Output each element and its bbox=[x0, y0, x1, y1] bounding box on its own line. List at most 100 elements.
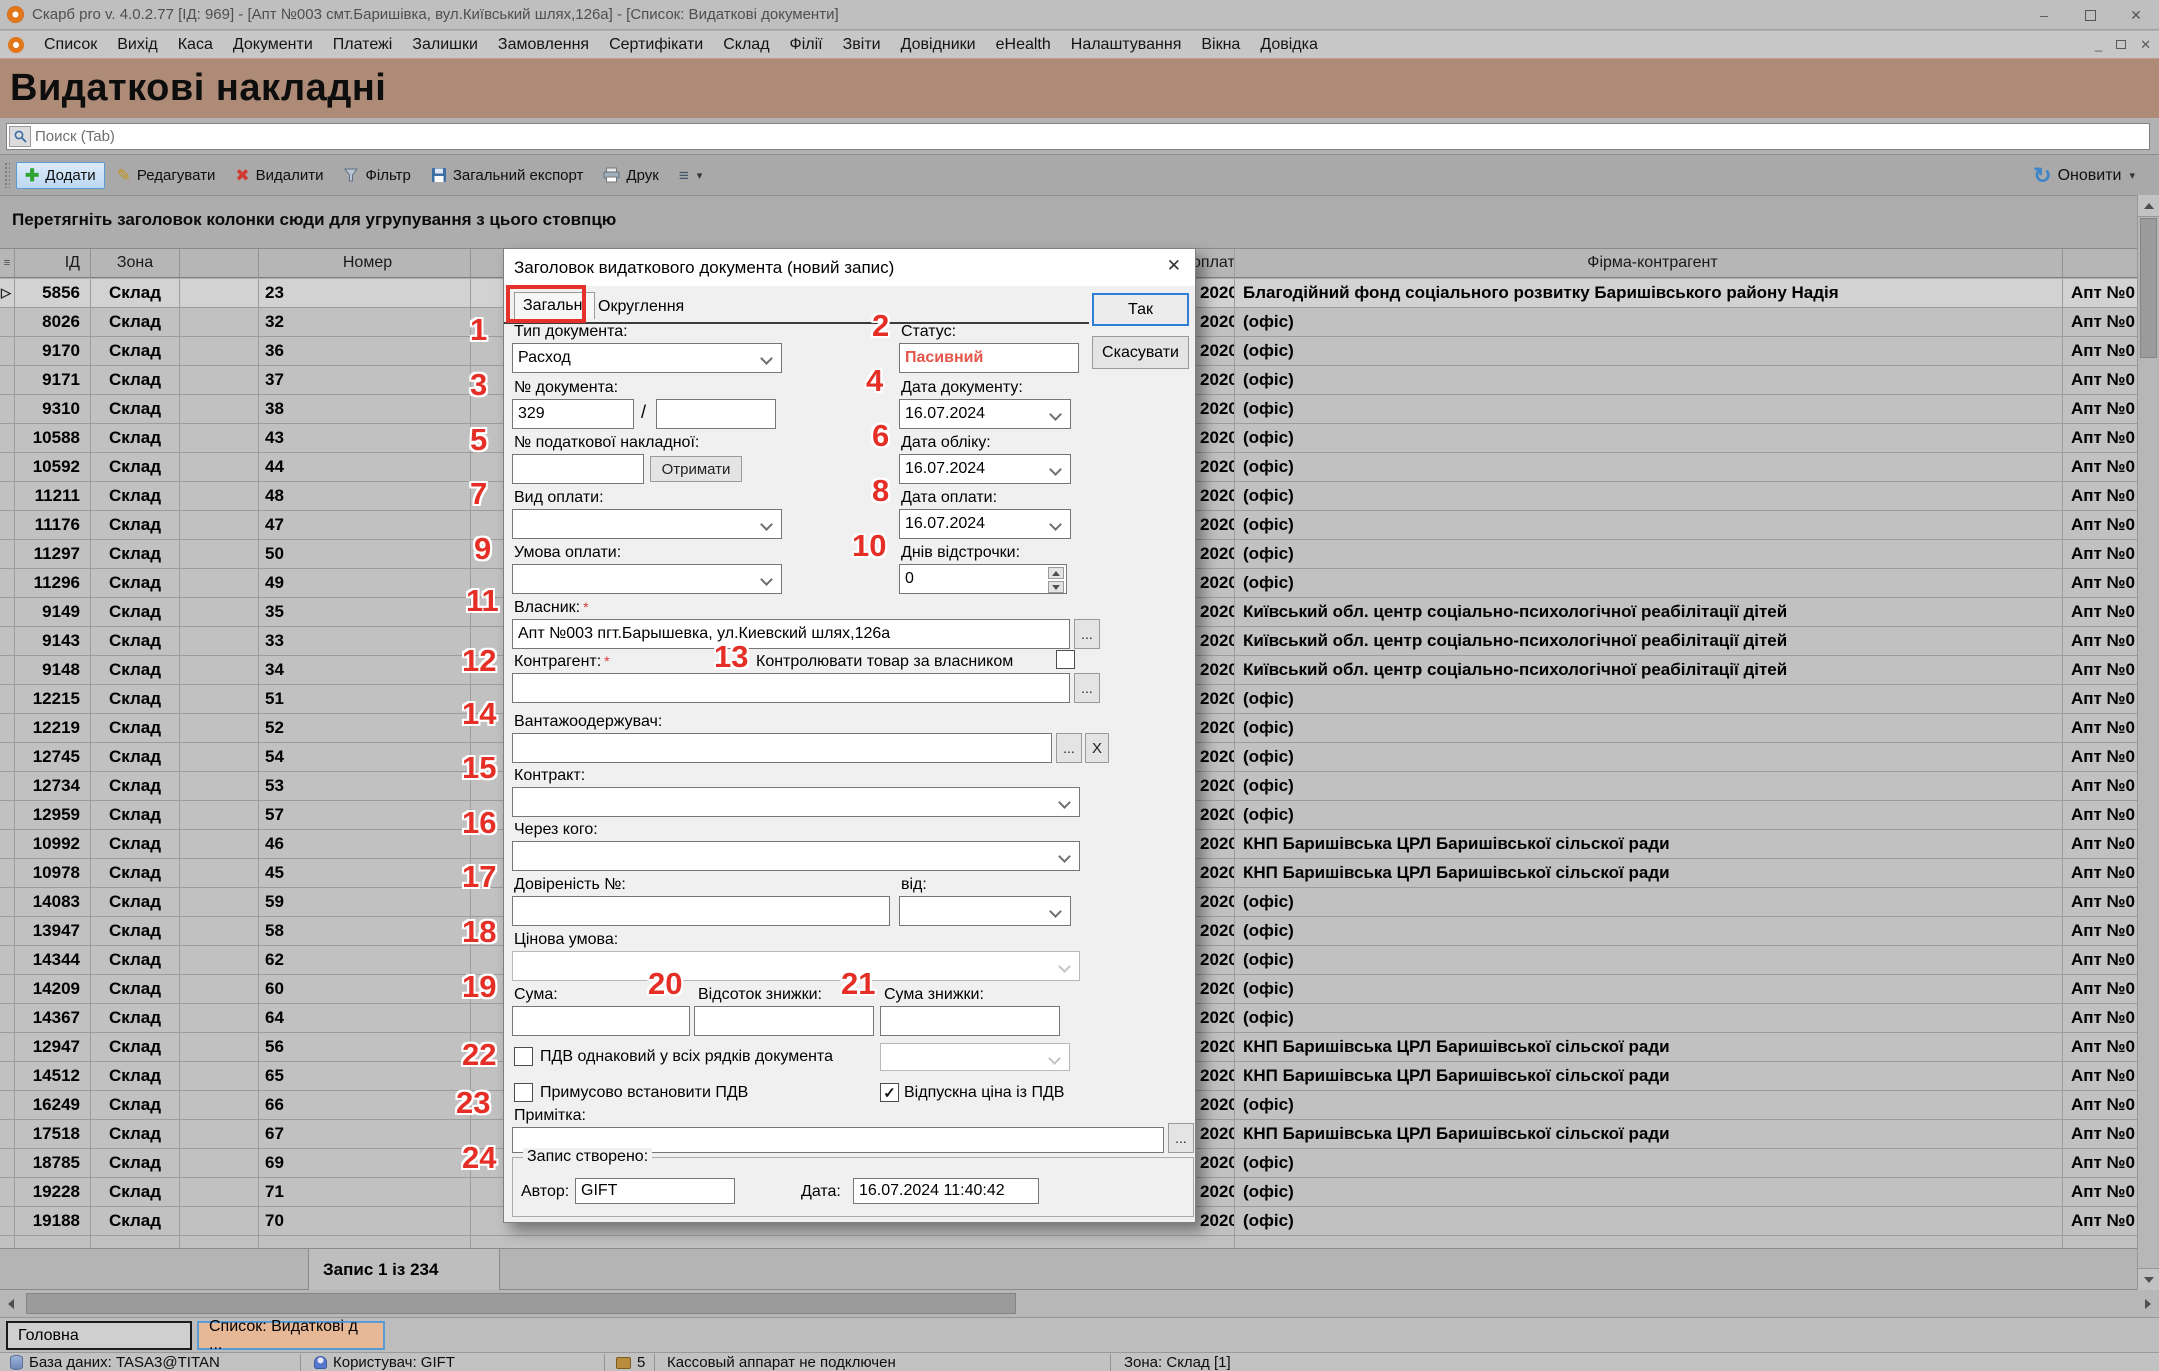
search-input[interactable]: Поиск (Tab) bbox=[6, 123, 2150, 150]
proxy-number-input[interactable] bbox=[512, 896, 890, 926]
restore-button[interactable] bbox=[2067, 0, 2113, 30]
table-cell: Апт №0 bbox=[2071, 660, 2135, 679]
account-date-combo[interactable]: 16.07.2024 bbox=[899, 454, 1071, 484]
export-button[interactable]: Загальний експорт bbox=[423, 163, 592, 188]
menu-item[interactable]: Документи bbox=[223, 36, 323, 53]
scroll-up-button[interactable] bbox=[2138, 195, 2159, 217]
doc-number-input[interactable]: 329 bbox=[512, 399, 634, 429]
contract-combo[interactable] bbox=[512, 787, 1080, 817]
discount-percent-input[interactable] bbox=[694, 1006, 874, 1036]
menu-item[interactable]: Довідка bbox=[1250, 36, 1328, 53]
menu-item[interactable]: Список bbox=[34, 36, 107, 53]
column-header-number[interactable]: Номер bbox=[259, 249, 471, 277]
group-by-band[interactable]: Перетягніть заголовок колонки сюди для у… bbox=[0, 196, 2159, 248]
menu-item[interactable]: eHealth bbox=[986, 36, 1061, 53]
table-cell: Апт №0 bbox=[2071, 1008, 2135, 1027]
spinner-buttons[interactable] bbox=[1048, 567, 1064, 593]
contragent-field[interactable] bbox=[512, 673, 1070, 703]
scroll-down-button[interactable] bbox=[2138, 1268, 2159, 1290]
proxy-from-combo[interactable] bbox=[899, 896, 1071, 926]
menu-item[interactable]: Склад bbox=[713, 36, 779, 53]
dialog-close-icon[interactable]: ✕ bbox=[1167, 256, 1181, 276]
toolbar: ✚ Додати ✎ Редагувати ✖ Видалити Фільтр … bbox=[0, 155, 2159, 196]
column-header-id[interactable]: ІД bbox=[15, 249, 91, 277]
columns-button[interactable]: ≡ ▾ bbox=[671, 163, 710, 188]
menu-item[interactable]: Вікна bbox=[1191, 36, 1250, 53]
tab-list-documents[interactable]: Список: Видаткові д ... bbox=[197, 1318, 385, 1353]
mdi-close-button[interactable]: ✕ bbox=[2140, 37, 2151, 53]
minimize-button[interactable]: – bbox=[2021, 0, 2067, 30]
horizontal-scroll-thumb[interactable] bbox=[26, 1293, 1016, 1314]
row-marker bbox=[0, 888, 15, 916]
menu-item[interactable]: Платежі bbox=[323, 36, 403, 53]
menu-item[interactable]: Каса bbox=[168, 36, 223, 53]
ok-button[interactable]: Так bbox=[1092, 293, 1189, 326]
vat-included-checkbox[interactable]: ✓ bbox=[880, 1083, 899, 1102]
note-browse-button[interactable]: ... bbox=[1168, 1123, 1194, 1153]
column-header-firm[interactable]: Фірма-контрагент bbox=[1235, 249, 2063, 277]
menu-item[interactable]: Звіти bbox=[833, 36, 891, 53]
toolbar-grip[interactable] bbox=[4, 162, 10, 188]
contragent-browse-button[interactable]: ... bbox=[1074, 673, 1100, 703]
mdi-restore-button[interactable] bbox=[2116, 40, 2127, 49]
table-cell: Апт №0 bbox=[2071, 602, 2135, 621]
table-row[interactable] bbox=[0, 1236, 2137, 1248]
table-cell: 64 bbox=[259, 1004, 471, 1032]
column-header-zone[interactable]: Зона bbox=[91, 249, 180, 277]
delete-button[interactable]: ✖ Видалити bbox=[227, 163, 331, 188]
annotation-number: 8 bbox=[872, 473, 890, 508]
table-cell: 32 bbox=[259, 308, 471, 336]
payment-kind-combo[interactable] bbox=[512, 509, 782, 539]
vertical-scroll-thumb[interactable] bbox=[2140, 218, 2157, 358]
discount-sum-input[interactable] bbox=[880, 1006, 1060, 1036]
table-cell: (офіс) bbox=[1235, 395, 2063, 423]
menu-item[interactable]: Залишки bbox=[402, 36, 488, 53]
menu-item[interactable]: Сертифікати bbox=[599, 36, 713, 53]
menu-item[interactable]: Філії bbox=[780, 36, 833, 53]
selected-row-arrow-icon: ▷ bbox=[1, 285, 11, 300]
column-header-apt[interactable] bbox=[2063, 249, 2137, 277]
menu-item[interactable]: Налаштування bbox=[1061, 36, 1192, 53]
delay-days-spinner[interactable]: 0 bbox=[899, 564, 1067, 594]
edit-button[interactable]: ✎ Редагувати bbox=[109, 163, 224, 188]
consignee-label: Вантажоодержувач: bbox=[514, 713, 663, 730]
doc-type-combo[interactable]: Расход bbox=[512, 343, 782, 373]
vertical-scrollbar[interactable] bbox=[2137, 195, 2159, 1290]
scroll-right-button[interactable] bbox=[2137, 1290, 2159, 1317]
menu-item[interactable]: Замовлення bbox=[488, 36, 599, 53]
vat-same-checkbox[interactable] bbox=[514, 1047, 533, 1066]
consignee-browse-button[interactable]: ... bbox=[1056, 733, 1082, 763]
menu-item[interactable]: Вихід bbox=[107, 36, 168, 53]
doc-date-combo[interactable]: 16.07.2024 bbox=[899, 399, 1071, 429]
dialog-title-bar[interactable]: Заголовок видаткового документа (новий з… bbox=[504, 249, 1195, 286]
vat-force-checkbox[interactable] bbox=[514, 1083, 533, 1102]
window-tabs-band: Головна Список: Видаткові д ... bbox=[0, 1318, 2159, 1353]
owner-browse-button[interactable]: ... bbox=[1074, 619, 1100, 649]
control-by-owner-checkbox[interactable] bbox=[1056, 650, 1075, 669]
close-button[interactable]: ✕ bbox=[2113, 0, 2159, 30]
table-cell: 67 bbox=[259, 1120, 471, 1148]
row-marker bbox=[0, 1062, 15, 1090]
column-header-blank[interactable] bbox=[180, 249, 259, 277]
filter-button[interactable]: Фільтр bbox=[335, 163, 418, 188]
sum-input[interactable] bbox=[512, 1006, 690, 1036]
payment-term-combo[interactable] bbox=[512, 564, 782, 594]
horizontal-scrollbar[interactable] bbox=[0, 1290, 2159, 1318]
consignee-clear-button[interactable]: X bbox=[1085, 733, 1109, 763]
owner-field[interactable]: Апт №003 пгт.Барышевка, ул.Киевский шлях… bbox=[512, 619, 1070, 649]
tax-invoice-input[interactable] bbox=[512, 454, 644, 484]
via-whom-combo[interactable] bbox=[512, 841, 1080, 871]
dialog-tab-rounding[interactable]: Округлення bbox=[592, 296, 690, 318]
consignee-field[interactable] bbox=[512, 733, 1052, 763]
mdi-minimize-button[interactable]: _ bbox=[2095, 37, 2102, 52]
menu-item[interactable]: Довідники bbox=[891, 36, 986, 53]
payment-date-combo[interactable]: 16.07.2024 bbox=[899, 509, 1071, 539]
cancel-button[interactable]: Скасувати bbox=[1092, 336, 1189, 369]
get-button[interactable]: Отримати bbox=[650, 456, 742, 482]
doc-number-suffix-input[interactable] bbox=[656, 399, 776, 429]
tab-home[interactable]: Головна bbox=[6, 1321, 192, 1350]
add-button[interactable]: ✚ Додати bbox=[16, 161, 105, 189]
refresh-button[interactable]: ↻ Оновити ▾ bbox=[2033, 155, 2135, 196]
print-button[interactable]: Друк bbox=[595, 163, 666, 188]
scroll-left-button[interactable] bbox=[0, 1290, 22, 1317]
